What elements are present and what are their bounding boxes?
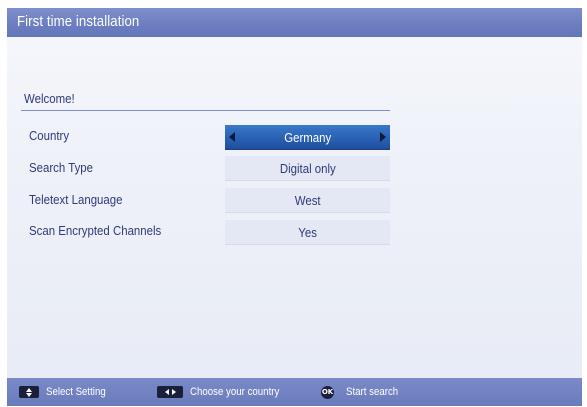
welcome-divider — [21, 110, 390, 111]
hint-choose-country: Choose your country — [157, 384, 292, 400]
up-down-key-icon — [19, 386, 39, 398]
ok-key-icon: OK — [321, 385, 334, 399]
teletext-language-value: West — [294, 192, 321, 208]
right-arrow-icon[interactable] — [380, 132, 386, 142]
hint-label: Choose your country — [190, 386, 280, 398]
footer-hint-bar: Select Setting Choose your country OK St… — [7, 378, 582, 406]
country-value: Germany — [283, 129, 332, 145]
setting-label-search-type: Search Type — [29, 160, 94, 175]
setting-value-scan-encrypted[interactable]: Yes — [225, 220, 390, 245]
search-type-value: Digital only — [279, 160, 336, 176]
left-right-key-icon — [157, 386, 183, 398]
left-arrow-icon[interactable] — [229, 132, 235, 142]
window-title: First time installation — [17, 13, 140, 30]
setting-value-country[interactable]: Germany — [225, 125, 390, 150]
hint-select-setting: Select Setting — [19, 384, 114, 400]
setting-label-scan-encrypted: Scan Encrypted Channels — [29, 223, 162, 238]
title-bar: First time installation — [7, 8, 582, 37]
hint-start-search: OK Start search — [321, 384, 405, 400]
welcome-heading: Welcome! — [24, 91, 75, 106]
setting-label-country: Country — [29, 128, 70, 143]
installation-screen: First time installation Welcome! Country… — [7, 8, 582, 406]
hint-label: Start search — [346, 386, 399, 398]
setting-label-teletext-language: Teletext Language — [29, 192, 123, 207]
setting-value-teletext-language[interactable]: West — [225, 188, 390, 213]
scan-encrypted-value: Yes — [298, 224, 317, 240]
setting-value-search-type[interactable]: Digital only — [225, 156, 390, 181]
hint-label: Select Setting — [46, 386, 106, 398]
